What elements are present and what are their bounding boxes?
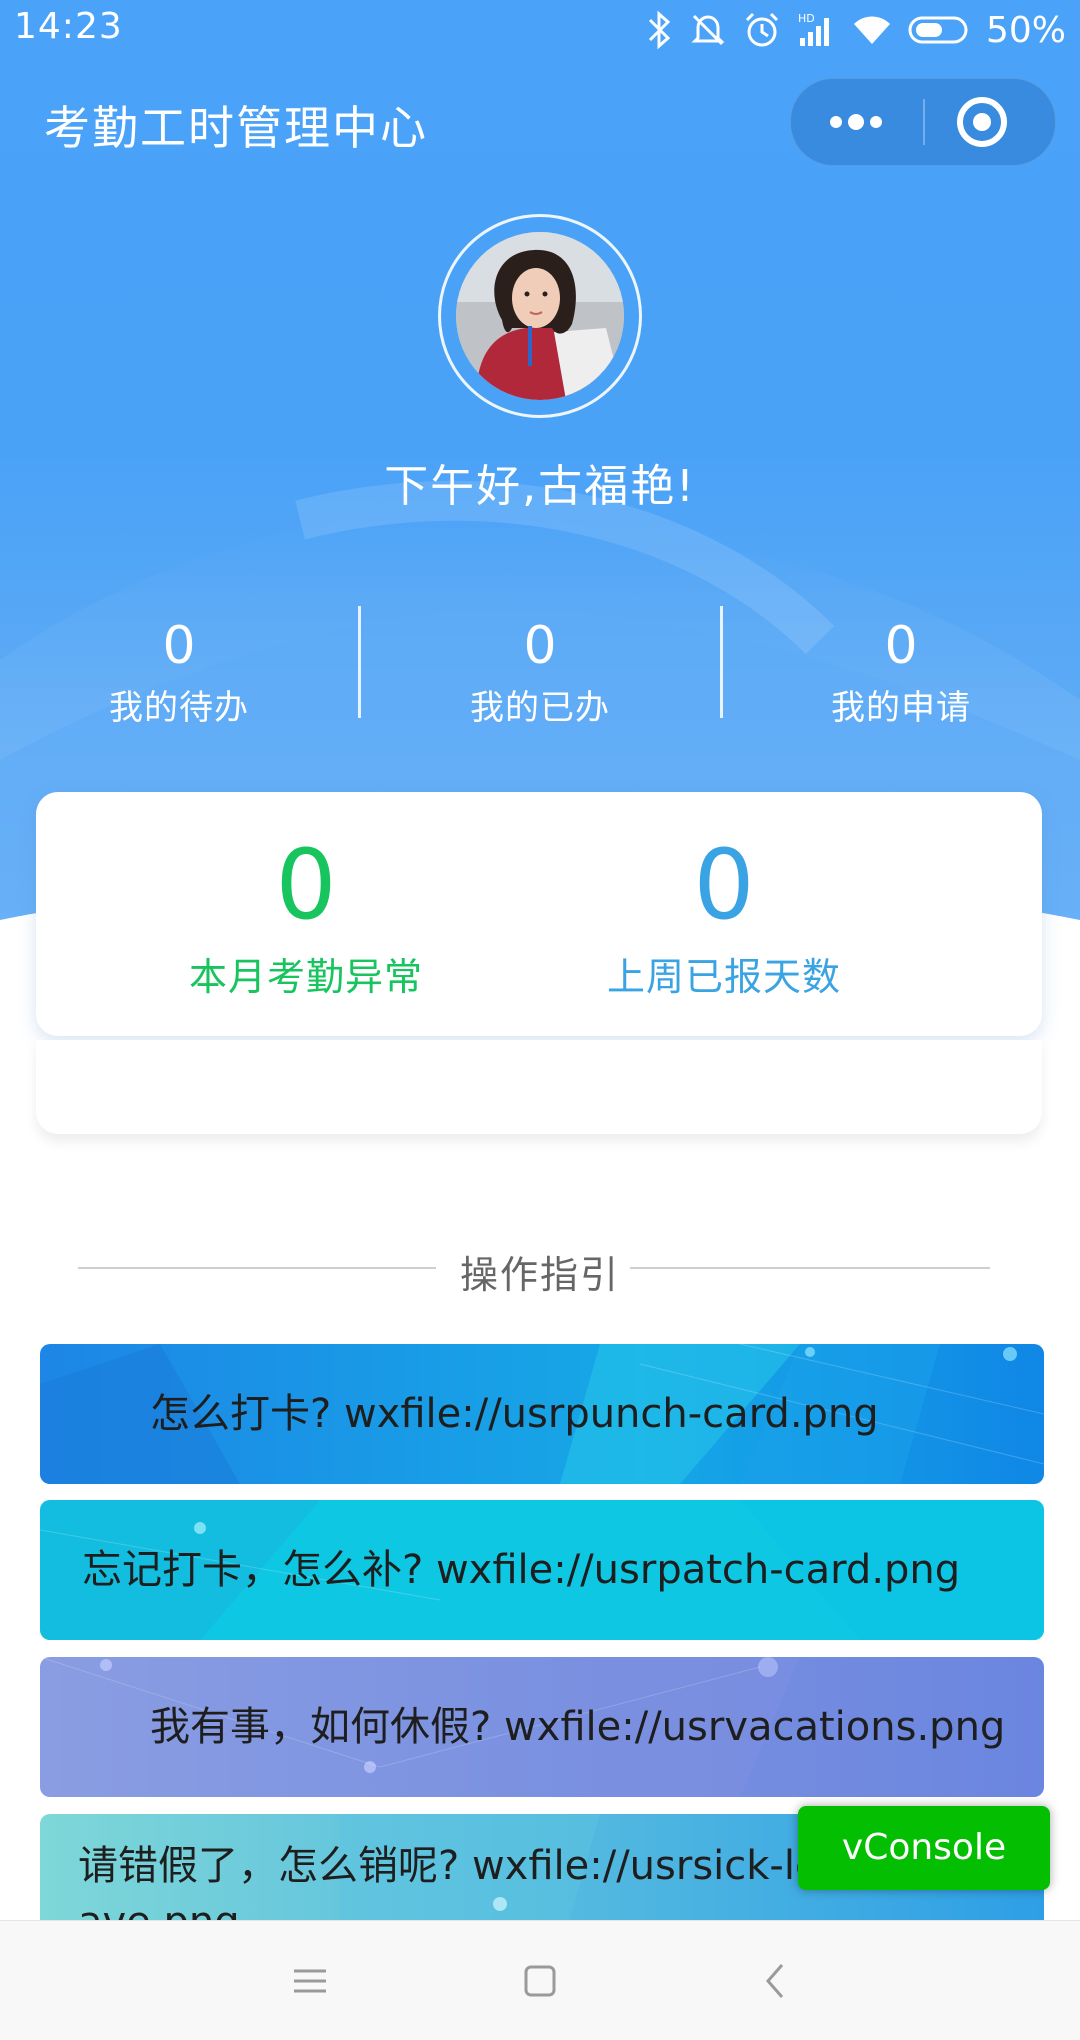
counter-my-applications[interactable]: 0 我的申请	[751, 616, 1051, 729]
wifi-icon	[853, 16, 890, 44]
guide-item-label: 忘记打卡，怎么补? wxfile://usrpatch-card.png	[82, 1547, 961, 1593]
status-icons: HD 50%	[646, 6, 1066, 54]
menu-icon	[294, 1969, 326, 1993]
close-button[interactable]	[925, 79, 1055, 165]
counter-label: 我的申请	[831, 688, 971, 728]
vconsole-button[interactable]: vConsole	[798, 1806, 1050, 1890]
counter-my-todo[interactable]: 0 我的待办	[29, 616, 329, 729]
status-time: 14:23	[14, 6, 123, 47]
miniprogram-capsule	[790, 78, 1056, 166]
close-target-icon	[957, 97, 1007, 147]
counter-divider	[720, 606, 723, 718]
greeting-text: 下午好,古福艳!	[384, 461, 696, 512]
more-button[interactable]	[791, 79, 921, 165]
stat-label: 本月考勤异常	[188, 955, 423, 999]
home-button[interactable]	[500, 1941, 580, 2021]
counter-label: 我的已办	[470, 688, 610, 728]
section-title: 操作指引	[459, 1253, 620, 1297]
guide-item-label: 我有事，如何休假? wxfile://usrvacations.png	[150, 1704, 1006, 1750]
avatar[interactable]	[456, 232, 624, 400]
empty-card	[36, 1040, 1042, 1134]
counter-value: 0	[884, 616, 918, 676]
guide-item-label: 怎么打卡? wxfile://usrpunch-card.png	[150, 1391, 879, 1437]
stat-value: 0	[693, 829, 755, 941]
battery-icon	[908, 16, 968, 44]
page: 14:23 HD 50% 考勤工时管理中心 下午好,古福艳! 0 我的待办 0 …	[0, 0, 1080, 2040]
app-title: 考勤工时管理中心	[44, 101, 428, 155]
bluetooth-icon	[648, 10, 671, 50]
stat-last-week-reported-days[interactable]: 0 上周已报天数	[514, 832, 934, 1001]
stat-label: 上周已报天数	[606, 955, 841, 999]
svg-text:HD: HD	[798, 12, 815, 25]
counter-divider	[358, 606, 361, 718]
mute-icon	[691, 14, 725, 46]
guide-item-vacations[interactable]: 我有事，如何休假? wxfile://usrvacations.png	[40, 1657, 1044, 1797]
guide-item-patch-card[interactable]: 忘记打卡，怎么补? wxfile://usrpatch-card.png	[40, 1500, 1044, 1640]
status-bar: 14:23 HD 50%	[0, 0, 1080, 60]
system-nav-bar	[0, 1920, 1080, 2040]
alarm-icon	[745, 12, 779, 47]
counter-value: 0	[523, 616, 557, 676]
attendance-stats-card: 0 本月考勤异常 0 上周已报天数	[36, 792, 1042, 1036]
guide-item-punch-card[interactable]: 怎么打卡? wxfile://usrpunch-card.png	[40, 1344, 1044, 1484]
counter-value: 0	[162, 616, 196, 676]
home-icon	[524, 1965, 556, 1997]
counter-label: 我的待办	[109, 688, 249, 728]
more-icon	[830, 114, 882, 130]
avatar-photo	[456, 232, 624, 400]
section-divider-right	[630, 1267, 990, 1269]
menu-button[interactable]	[270, 1941, 350, 2021]
stat-monthly-anomalies[interactable]: 0 本月考勤异常	[96, 832, 516, 1001]
back-icon	[766, 1964, 784, 1998]
guide-item-label: 请错假了，怎么销呢? wxfile://usrsick-leave.png	[78, 1843, 820, 1920]
hd-signal-icon: HD	[798, 12, 829, 46]
battery-percent: 50%	[985, 9, 1066, 51]
counter-my-done[interactable]: 0 我的已办	[390, 616, 690, 729]
back-button[interactable]	[736, 1941, 816, 2021]
stat-value: 0	[275, 829, 337, 941]
